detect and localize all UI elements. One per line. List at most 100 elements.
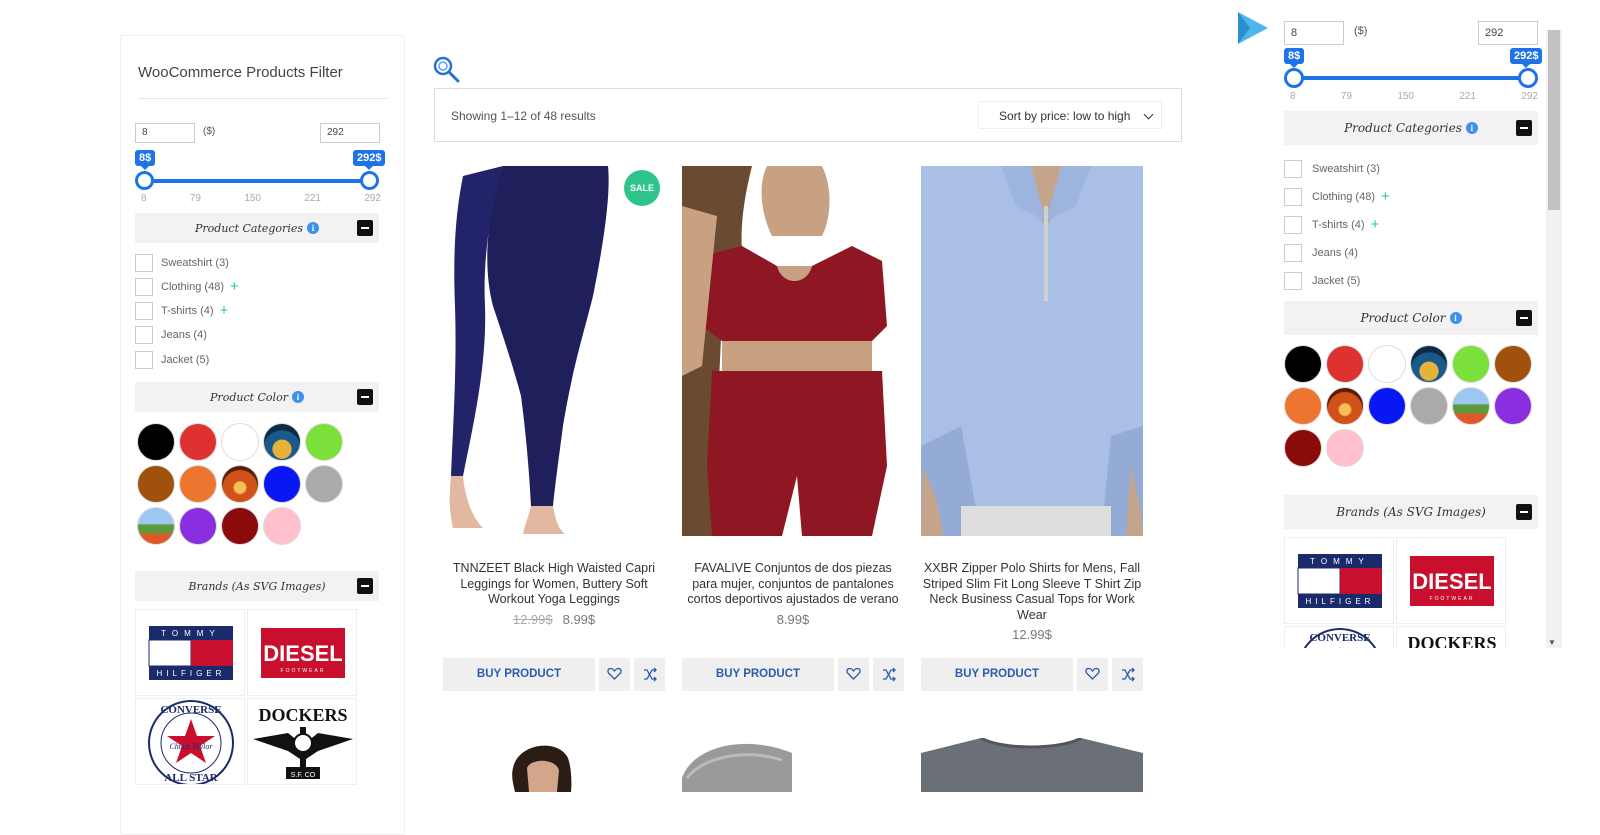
- expand-plus-icon[interactable]: +: [220, 303, 229, 318]
- color-swatch[interactable]: [1410, 345, 1448, 383]
- color-swatch[interactable]: [137, 423, 175, 461]
- color-swatch[interactable]: [179, 423, 217, 461]
- product-title[interactable]: TNNZEET Black High Waisted Capri Legging…: [443, 561, 665, 608]
- price-min-input[interactable]: 8: [135, 123, 195, 143]
- price-slider-min-handle[interactable]: [1284, 68, 1304, 88]
- price-slider-track[interactable]: [143, 179, 369, 183]
- compare-button[interactable]: [634, 658, 665, 691]
- product-card[interactable]: SALE TNNZEET Black High Waisted Capri Le…: [443, 166, 665, 696]
- scroll-down-arrow-icon[interactable]: ▼: [1548, 638, 1556, 647]
- collapse-icon[interactable]: [1516, 310, 1532, 326]
- brand-converse[interactable]: CONVERSE Chuck Taylor ALL STAR: [135, 698, 245, 785]
- color-swatch[interactable]: [263, 507, 301, 545]
- color-swatch[interactable]: [137, 507, 175, 545]
- price-slider-track[interactable]: [1292, 76, 1528, 80]
- category-item[interactable]: Jeans (4): [135, 326, 207, 344]
- compare-button[interactable]: [1112, 658, 1143, 691]
- brand-diesel[interactable]: DIESEL FOOTWEAR: [1396, 537, 1506, 624]
- category-item[interactable]: Clothing (48) +: [135, 278, 239, 296]
- color-swatch[interactable]: [305, 465, 343, 503]
- color-swatch[interactable]: [1368, 387, 1406, 425]
- checkbox[interactable]: [135, 302, 153, 320]
- search-filter-icon[interactable]: [432, 55, 462, 85]
- checkbox[interactable]: [1284, 216, 1302, 234]
- category-item[interactable]: Jacket (5): [1284, 272, 1360, 290]
- filter-funnel-icon[interactable]: [1234, 10, 1270, 46]
- color-swatch[interactable]: [263, 465, 301, 503]
- buy-product-button[interactable]: BUY PRODUCT: [682, 658, 834, 691]
- color-swatch[interactable]: [1284, 429, 1322, 467]
- category-item[interactable]: Sweatshirt (3): [135, 254, 229, 272]
- checkbox[interactable]: [135, 351, 153, 369]
- category-item[interactable]: Sweatshirt (3): [1284, 160, 1380, 178]
- buy-product-button[interactable]: BUY PRODUCT: [921, 658, 1073, 691]
- category-item[interactable]: Jacket (5): [135, 351, 209, 369]
- checkbox[interactable]: [1284, 244, 1302, 262]
- checkbox[interactable]: [135, 278, 153, 296]
- category-item[interactable]: T-shirts (4) +: [135, 302, 228, 320]
- wishlist-button[interactable]: [838, 658, 869, 691]
- brand-tommy-hilfiger[interactable]: TOMMY HILFIGER: [135, 609, 245, 696]
- color-header[interactable]: Product Color i: [1284, 301, 1538, 335]
- brand-tommy-hilfiger[interactable]: TOMMY HILFIGER: [1284, 537, 1394, 624]
- info-icon[interactable]: i: [291, 391, 304, 403]
- price-max-input[interactable]: 292: [1478, 21, 1538, 45]
- info-icon[interactable]: i: [1465, 122, 1478, 134]
- color-swatch[interactable]: [221, 507, 259, 545]
- scrollbar[interactable]: [1546, 30, 1562, 648]
- checkbox[interactable]: [135, 254, 153, 272]
- color-swatch[interactable]: [221, 465, 259, 503]
- scrollbar-thumb[interactable]: [1548, 30, 1560, 210]
- color-swatch[interactable]: [179, 507, 217, 545]
- price-min-input[interactable]: 8: [1284, 21, 1344, 45]
- collapse-icon[interactable]: [357, 578, 373, 594]
- product-image[interactable]: [682, 166, 904, 536]
- category-item[interactable]: Clothing (48) +: [1284, 188, 1390, 206]
- brand-diesel[interactable]: DIESEL FOOTWEAR: [247, 609, 357, 696]
- color-swatch[interactable]: [137, 465, 175, 503]
- info-icon[interactable]: i: [307, 222, 319, 234]
- expand-plus-icon[interactable]: +: [1381, 189, 1390, 204]
- price-max-input[interactable]: 292: [320, 123, 380, 143]
- color-swatch[interactable]: [179, 465, 217, 503]
- category-item[interactable]: T-shirts (4) +: [1284, 216, 1379, 234]
- categories-header[interactable]: Product Categories i: [1284, 111, 1538, 145]
- expand-plus-icon[interactable]: +: [230, 279, 239, 294]
- price-slider-max-handle[interactable]: [1518, 68, 1538, 88]
- color-swatch[interactable]: [1452, 345, 1490, 383]
- color-swatch[interactable]: [1326, 387, 1364, 425]
- category-item[interactable]: Jeans (4): [1284, 244, 1358, 262]
- brand-converse[interactable]: CONVERSE: [1284, 626, 1394, 648]
- checkbox[interactable]: [1284, 160, 1302, 178]
- color-swatch[interactable]: [1284, 387, 1322, 425]
- collapse-icon[interactable]: [357, 389, 373, 405]
- product-title[interactable]: XXBR Zipper Polo Shirts for Mens, Fall S…: [921, 561, 1143, 623]
- compare-button[interactable]: [873, 658, 904, 691]
- product-image[interactable]: [443, 166, 665, 536]
- color-swatch[interactable]: [1494, 387, 1532, 425]
- price-slider-max-handle[interactable]: [360, 171, 379, 190]
- product-card[interactable]: FAVALIVE Conjuntos de dos piezas para mu…: [682, 166, 904, 696]
- product-image[interactable]: [682, 738, 904, 792]
- color-swatch[interactable]: [1410, 387, 1448, 425]
- brands-header[interactable]: Brands (As SVG Images): [1284, 495, 1538, 529]
- color-swatch[interactable]: [1368, 345, 1406, 383]
- product-image[interactable]: [921, 166, 1143, 536]
- product-image[interactable]: [443, 738, 665, 792]
- color-swatch[interactable]: [1284, 345, 1322, 383]
- collapse-icon[interactable]: [357, 220, 373, 236]
- color-swatch[interactable]: [1326, 345, 1364, 383]
- color-swatch[interactable]: [263, 423, 301, 461]
- color-swatch[interactable]: [1326, 429, 1364, 467]
- categories-header[interactable]: Product Categories i: [135, 213, 379, 243]
- expand-plus-icon[interactable]: +: [1371, 217, 1380, 232]
- color-swatch[interactable]: [1494, 345, 1532, 383]
- color-swatch[interactable]: [305, 423, 343, 461]
- checkbox[interactable]: [1284, 272, 1302, 290]
- wishlist-button[interactable]: [599, 658, 630, 691]
- brand-dockers[interactable]: DOCKERS S.F. CO: [247, 698, 357, 785]
- buy-product-button[interactable]: BUY PRODUCT: [443, 658, 595, 691]
- collapse-icon[interactable]: [1516, 504, 1532, 520]
- color-header[interactable]: Product Color i: [135, 382, 379, 412]
- wishlist-button[interactable]: [1077, 658, 1108, 691]
